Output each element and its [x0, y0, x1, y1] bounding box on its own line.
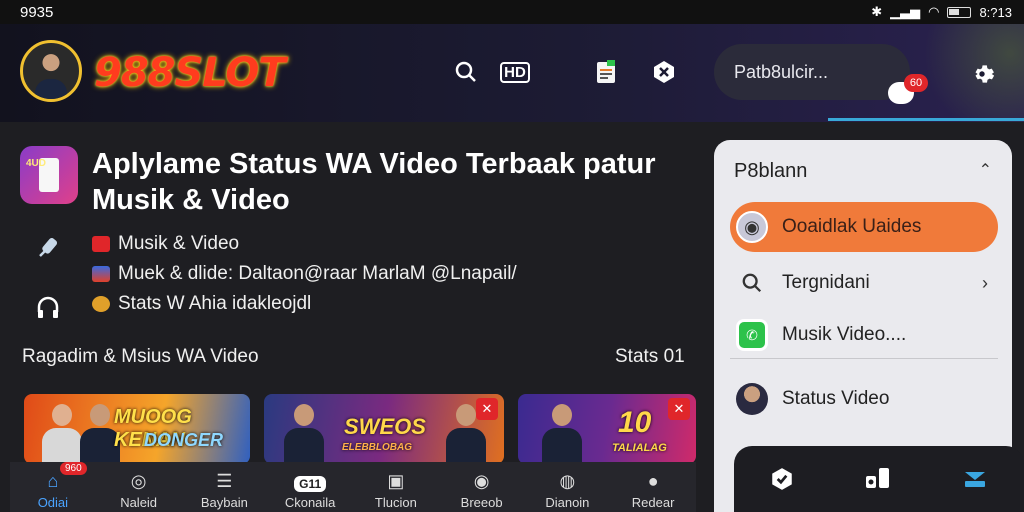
dj-icon[interactable]	[864, 466, 892, 499]
chevron-right-icon: ›	[982, 272, 988, 293]
nav-label: Naleid	[120, 495, 158, 510]
video-thumbnail[interactable]: 10 TALIALAG ✕	[518, 394, 696, 464]
nav-label: Dianoin	[545, 495, 590, 510]
info-row-text: Muek & dlide: Daltaon@raar MarlaM @Lnapa…	[118, 263, 517, 284]
shield-icon[interactable]	[769, 466, 795, 499]
panel-item[interactable]: ✆ Musik Video....	[730, 310, 998, 360]
stats-label[interactable]: Stats 01	[615, 346, 685, 368]
location-icon: ◎	[130, 471, 147, 491]
thumbnail-close-icon[interactable]: ✕	[476, 398, 498, 420]
nav-item-media[interactable]: ▣ Tlucion	[353, 462, 439, 512]
avatar-icon	[736, 383, 768, 415]
close-icon[interactable]	[650, 58, 678, 86]
video-thumbnail[interactable]: SWEOS ELEBBLOBAG ✕	[264, 394, 504, 464]
panel-item-label: Tergnidani	[782, 272, 870, 293]
nav-label: Odiai	[37, 495, 69, 510]
panel-title: P8blann	[734, 160, 808, 182]
nav-item-profile[interactable]: ● Redear	[610, 462, 696, 512]
chevron-up-icon[interactable]: ⌃	[979, 160, 992, 180]
hd-label: HD	[500, 61, 530, 83]
nav-label: Tlucion	[374, 495, 417, 510]
panel-item-label: Ooaidlak Uaides	[782, 216, 922, 237]
whatsapp-icon: ✆	[736, 319, 768, 351]
search-icon[interactable]	[452, 58, 480, 86]
panel-item-active[interactable]: ◉ Ooaidlak Uaides	[730, 202, 998, 252]
gamepad-icon: ◍	[559, 471, 576, 491]
headphones-icon[interactable]	[34, 294, 62, 322]
panel-item-label: Status Video	[782, 388, 890, 409]
thumbnail-person	[542, 404, 582, 464]
header-accent-line	[828, 118, 1024, 121]
coin-icon	[92, 296, 110, 312]
app-root: 9935 ✱ ▁▃▅ ◠ 8:?13 988SLOT HD Patb8ulcir…	[0, 0, 1024, 512]
nav-item-controller[interactable]: ◉ Breeob	[439, 462, 525, 512]
thumbnail-subcaption: DONGER	[144, 430, 224, 450]
bluetooth-icon: ✱	[871, 4, 883, 19]
list-icon: ☰	[216, 471, 233, 491]
document-icon[interactable]	[592, 58, 620, 86]
layers-icon[interactable]	[961, 466, 989, 499]
info-row: Stats W Ahia idakleojdl	[92, 292, 311, 316]
nav-item-chat[interactable]: G11 Ckonaila	[267, 462, 353, 512]
nav-item-location[interactable]: ◎ Naleid	[96, 462, 182, 512]
chat-icon: G11	[294, 476, 327, 492]
media-icon: ▣	[387, 471, 405, 491]
page-title: Aplylame Status WA Video Terbaak patur M…	[92, 148, 656, 216]
grid-icon	[92, 266, 110, 282]
avatar[interactable]	[20, 40, 82, 102]
nav-label: Ckonaila	[284, 495, 336, 510]
section-title: Ragadim & Msius WA Video	[22, 346, 259, 367]
panel-item-label: Musik Video....	[782, 324, 907, 345]
thumbnail-caption: SWEOS	[344, 414, 426, 439]
panel-item[interactable]: Status Video	[730, 374, 998, 424]
status-icons: ✱ ▁▃▅ ◠ 8:?13	[871, 4, 1012, 20]
app-icon[interactable]: 4UD	[20, 146, 78, 204]
controller-icon: ◉	[473, 471, 490, 491]
thumbnail-person	[284, 404, 324, 464]
notification-badge: 60	[904, 74, 928, 92]
microphone-icon[interactable]	[34, 234, 62, 262]
nav-item-gamepad[interactable]: ◍ Dianoin	[525, 462, 611, 512]
nav-item-list[interactable]: ☰ Baybain	[182, 462, 268, 512]
status-bar: 9935 ✱ ▁▃▅ ◠ 8:?13	[0, 0, 1024, 24]
profile-icon: ●	[647, 471, 659, 491]
search-icon	[736, 267, 768, 299]
thumbnail-subcaption: ELEBBLOBAG	[342, 442, 412, 453]
brand-logo[interactable]: 988SLOT	[94, 50, 286, 96]
thumbnail-close-icon[interactable]: ✕	[668, 398, 690, 420]
nav-label: Breeob	[460, 495, 503, 510]
info-row-text: Stats W Ahia idakleojdl	[118, 293, 312, 314]
app-header: 988SLOT HD Patb8ulcir... 60	[0, 24, 1024, 122]
status-right-time: 8:?13	[979, 4, 1012, 20]
status-time: 9935	[20, 3, 54, 21]
info-row: Musik & Video	[92, 232, 239, 256]
nav-label: Baybain	[200, 495, 248, 510]
youtube-icon	[92, 236, 110, 252]
info-row: Muek & dlide: Daltaon@raar MarlaM @Lnapa…	[92, 262, 517, 286]
nav-item-home[interactable]: 960 ⌂ Odiai	[10, 462, 96, 512]
wifi-icon: ◠	[928, 4, 940, 19]
bottom-nav: 960 ⌂ Odiai ◎ Naleid ☰ Baybain G11 Ckona…	[10, 462, 696, 512]
nav-label: Redear	[631, 495, 675, 510]
gear-icon[interactable]	[968, 60, 996, 88]
search-pill-text: Patb8ulcir...	[734, 61, 829, 82]
home-icon: ⌂	[47, 471, 59, 491]
hd-icon[interactable]: HD	[500, 58, 530, 86]
record-icon: ◉	[736, 211, 768, 243]
thumbnail-person	[42, 404, 82, 464]
signal-icon: ▁▃▅	[890, 4, 921, 19]
search-input[interactable]: Patb8ulcir...	[714, 44, 910, 100]
info-row-text: Musik & Video	[118, 233, 240, 254]
battery-icon	[947, 6, 972, 18]
app-icon-tag: 4UD	[26, 158, 47, 169]
divider	[730, 358, 998, 359]
quick-dock	[734, 446, 1024, 512]
nav-badge: 960	[60, 462, 87, 475]
video-thumbnail[interactable]: MUOOG KENAN DONGER	[24, 394, 250, 464]
panel-item[interactable]: Tergnidani ›	[730, 258, 998, 308]
thumbnail-subcaption: TALIALAG	[612, 442, 667, 454]
thumbnail-caption: 10	[618, 406, 652, 439]
